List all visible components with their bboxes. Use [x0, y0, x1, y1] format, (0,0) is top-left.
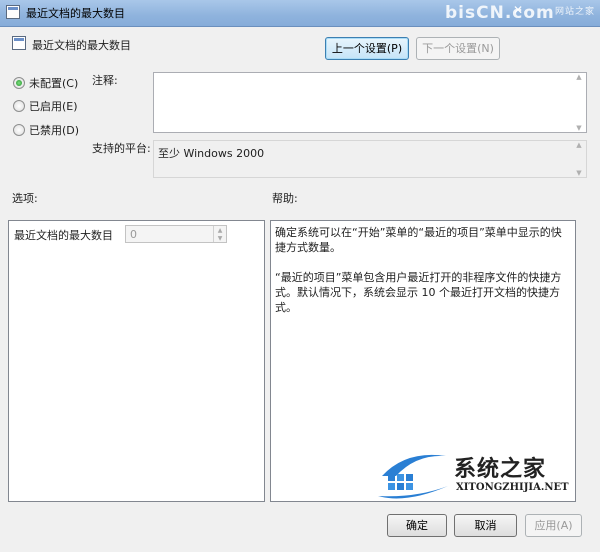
- title-bar: 最近文档的最大数目 bisCN.com 网站之家 ✕: [0, 0, 600, 27]
- setting-title: 最近文档的最大数目: [32, 39, 131, 52]
- policy-icon: [6, 5, 20, 19]
- brand-name: 系统之家: [454, 457, 547, 482]
- help-paragraph: 确定系统可以在“开始”菜单的“最近的项目”菜单中显示的快捷方式数量。: [275, 226, 562, 254]
- setting-icon: [12, 36, 26, 50]
- scroll-down-icon[interactable]: ▼: [576, 169, 581, 177]
- window-title: 最近文档的最大数目: [26, 7, 125, 20]
- next-setting-button[interactable]: 下一个设置(N): [416, 37, 500, 60]
- ok-button[interactable]: 确定: [387, 514, 447, 537]
- radio-disabled[interactable]: 已禁用(D): [13, 122, 79, 138]
- help-paragraph: “最近的项目”菜单包含用户最近打开的非程序文件的快捷方式。默认情况下，系统会显示…: [275, 271, 562, 314]
- watermark-text: bisCN.com: [445, 3, 555, 23]
- options-label: 选项:: [12, 192, 38, 205]
- brand-logo-icon: [378, 454, 448, 499]
- radio-label: 已禁用(D): [29, 124, 80, 137]
- options-pane: 最近文档的最大数目 0 ▲ ▼: [8, 220, 265, 502]
- platform-value: 至少 Windows 2000: [158, 147, 265, 160]
- max-docs-label: 最近文档的最大数目: [14, 229, 113, 242]
- max-docs-value: 0: [130, 228, 137, 241]
- cancel-button[interactable]: 取消: [454, 514, 517, 537]
- spin-up-icon[interactable]: ▲: [218, 227, 223, 234]
- radio-not-configured[interactable]: 未配置(C): [13, 75, 78, 91]
- max-docs-spinbox[interactable]: 0 ▲ ▼: [125, 225, 227, 243]
- spin-down-icon[interactable]: ▼: [218, 235, 223, 242]
- apply-button[interactable]: 应用(A): [525, 514, 582, 537]
- close-icon[interactable]: ✕: [513, 3, 523, 17]
- brand-url: XITONGZHIJIA.NET: [456, 482, 569, 493]
- radio-label: 已启用(E): [29, 100, 78, 113]
- platform-field: 至少 Windows 2000 ▲ ▼: [153, 140, 587, 178]
- comment-label: 注释:: [92, 74, 118, 87]
- radio-button[interactable]: [13, 77, 25, 89]
- comment-scrollbar[interactable]: ▲ ▼: [572, 73, 586, 132]
- watermark-small-text: 网站之家: [554, 7, 595, 17]
- brand-watermark: 系统之家 XITONGZHIJIA.NET: [376, 446, 576, 502]
- platform-scrollbar[interactable]: ▲ ▼: [572, 141, 586, 177]
- radio-label: 未配置(C): [29, 77, 79, 90]
- platform-label: 支持的平台:: [92, 142, 151, 155]
- help-text: 确定系统可以在“开始”菜单的“最近的项目”菜单中显示的快捷方式数量。 “最近的项…: [275, 225, 569, 330]
- comment-textarea[interactable]: ▲ ▼: [153, 72, 587, 133]
- help-label: 帮助:: [272, 192, 298, 205]
- scroll-up-icon[interactable]: ▲: [576, 73, 581, 81]
- previous-setting-button[interactable]: 上一个设置(P): [325, 37, 409, 60]
- radio-button[interactable]: [13, 100, 25, 112]
- radio-enabled[interactable]: 已启用(E): [13, 98, 78, 114]
- scroll-up-icon[interactable]: ▲: [576, 141, 581, 149]
- scroll-down-icon[interactable]: ▼: [576, 124, 581, 132]
- radio-button[interactable]: [13, 124, 25, 136]
